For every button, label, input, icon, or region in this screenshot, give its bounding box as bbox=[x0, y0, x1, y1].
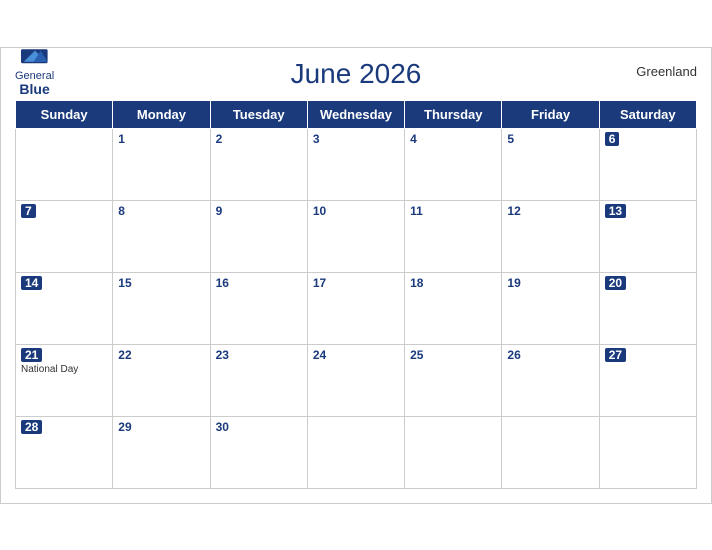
day-number: 18 bbox=[410, 276, 496, 290]
day-cell: 26 bbox=[502, 344, 599, 416]
day-cell: 4 bbox=[405, 128, 502, 200]
day-number: 23 bbox=[216, 348, 302, 362]
day-number: 9 bbox=[216, 204, 302, 218]
day-cell bbox=[405, 416, 502, 488]
day-cell: 2 bbox=[210, 128, 307, 200]
day-number: 12 bbox=[507, 204, 593, 218]
day-cell: 20 bbox=[599, 272, 696, 344]
day-cell: 15 bbox=[113, 272, 210, 344]
calendar-header: General Blue June 2026 Greenland bbox=[15, 58, 697, 96]
logo-blue: Blue bbox=[19, 82, 49, 97]
day-cell: 23 bbox=[210, 344, 307, 416]
week-row-0: 123456 bbox=[16, 128, 697, 200]
day-cell: 7 bbox=[16, 200, 113, 272]
day-number: 28 bbox=[21, 420, 42, 434]
day-number: 27 bbox=[605, 348, 626, 362]
day-number: 14 bbox=[21, 276, 42, 290]
header-tuesday: Tuesday bbox=[210, 100, 307, 128]
calendar-container: General Blue June 2026 Greenland Sunday … bbox=[0, 47, 712, 504]
day-cell: 25 bbox=[405, 344, 502, 416]
region-label: Greenland bbox=[636, 64, 697, 79]
day-cell: 27 bbox=[599, 344, 696, 416]
day-number: 16 bbox=[216, 276, 302, 290]
day-number: 11 bbox=[410, 204, 496, 218]
calendar-grid: Sunday Monday Tuesday Wednesday Thursday… bbox=[15, 100, 697, 489]
day-cell: 13 bbox=[599, 200, 696, 272]
header-wednesday: Wednesday bbox=[307, 100, 404, 128]
day-cell: 3 bbox=[307, 128, 404, 200]
day-number: 19 bbox=[507, 276, 593, 290]
calendar-title: June 2026 bbox=[291, 58, 422, 90]
day-number: 7 bbox=[21, 204, 36, 218]
week-row-4: 28 29 30 bbox=[16, 416, 697, 488]
day-number: 30 bbox=[216, 420, 302, 434]
day-number: 3 bbox=[313, 132, 399, 146]
day-number: 2 bbox=[216, 132, 302, 146]
day-cell: 14 bbox=[16, 272, 113, 344]
week-row-2: 14 15 16 17 18 19 20 bbox=[16, 272, 697, 344]
day-number: 25 bbox=[410, 348, 496, 362]
weekday-header-row: Sunday Monday Tuesday Wednesday Thursday… bbox=[16, 100, 697, 128]
day-number: 17 bbox=[313, 276, 399, 290]
day-cell: 30 bbox=[210, 416, 307, 488]
week-row-1: 7 89 10 11 12 13 bbox=[16, 200, 697, 272]
day-cell: 5 bbox=[502, 128, 599, 200]
day-cell: 18 bbox=[405, 272, 502, 344]
day-number: 21 bbox=[21, 348, 42, 362]
day-cell bbox=[16, 128, 113, 200]
day-number: 26 bbox=[507, 348, 593, 362]
day-cell bbox=[307, 416, 404, 488]
header-thursday: Thursday bbox=[405, 100, 502, 128]
day-cell: 11 bbox=[405, 200, 502, 272]
day-number: 5 bbox=[507, 132, 593, 146]
day-cell: 6 bbox=[599, 128, 696, 200]
day-number: 13 bbox=[605, 204, 626, 218]
day-number: 1 bbox=[118, 132, 204, 146]
logo-icon bbox=[21, 49, 49, 69]
logo-area: General Blue bbox=[15, 49, 54, 97]
header-monday: Monday bbox=[113, 100, 210, 128]
day-cell: 28 bbox=[16, 416, 113, 488]
header-sunday: Sunday bbox=[16, 100, 113, 128]
day-number: 29 bbox=[118, 420, 204, 434]
day-cell: 24 bbox=[307, 344, 404, 416]
day-number: 24 bbox=[313, 348, 399, 362]
day-number: 20 bbox=[605, 276, 626, 290]
header-friday: Friday bbox=[502, 100, 599, 128]
day-cell: 21 National Day bbox=[16, 344, 113, 416]
day-number: 6 bbox=[605, 132, 620, 146]
day-cell: 17 bbox=[307, 272, 404, 344]
day-number: 4 bbox=[410, 132, 496, 146]
day-cell: 29 bbox=[113, 416, 210, 488]
day-cell: 10 bbox=[307, 200, 404, 272]
day-number: 15 bbox=[118, 276, 204, 290]
day-cell bbox=[502, 416, 599, 488]
week-row-3: 21 National Day 22 23 24 25 26 27 bbox=[16, 344, 697, 416]
day-cell: 8 bbox=[113, 200, 210, 272]
day-number: 8 bbox=[118, 204, 204, 218]
day-cell: 19 bbox=[502, 272, 599, 344]
day-number: 22 bbox=[118, 348, 204, 362]
header-saturday: Saturday bbox=[599, 100, 696, 128]
day-cell: 22 bbox=[113, 344, 210, 416]
day-cell: 12 bbox=[502, 200, 599, 272]
day-cell: 16 bbox=[210, 272, 307, 344]
day-cell bbox=[599, 416, 696, 488]
day-cell: 1 bbox=[113, 128, 210, 200]
event-label: National Day bbox=[21, 364, 107, 375]
day-number: 10 bbox=[313, 204, 399, 218]
day-cell: 9 bbox=[210, 200, 307, 272]
